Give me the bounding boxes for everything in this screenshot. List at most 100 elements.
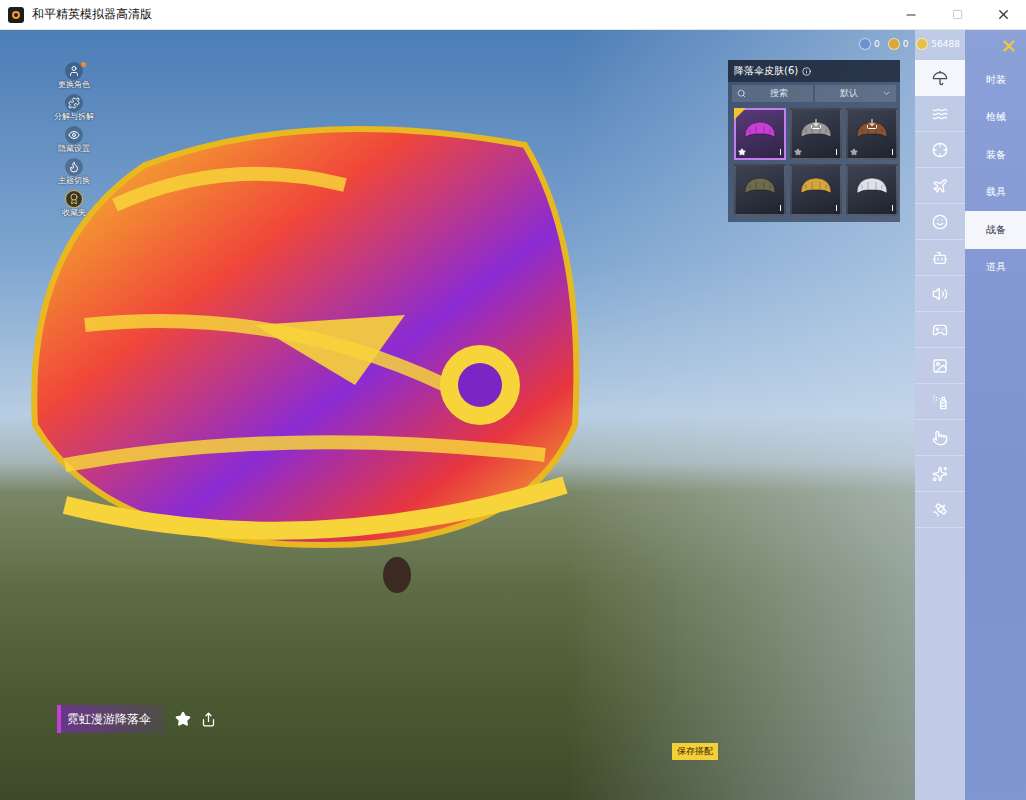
category-icon	[932, 70, 948, 86]
tile-mark	[836, 149, 837, 155]
skin-grid	[728, 105, 900, 222]
category-icon-bar	[915, 30, 965, 800]
star-icon	[175, 711, 191, 727]
close-button[interactable]	[980, 0, 1026, 30]
game-body: 更换角色分解与拆解隐藏设置主题切换收藏夹降落伞皮肤(6)搜索默认霓虹漫游降落伞保…	[0, 30, 1026, 800]
tab-bar: 时装枪械装备载具战备道具	[965, 30, 1026, 800]
parachute-thumb-icon	[742, 175, 778, 205]
category-item[interactable]	[915, 384, 965, 420]
skin-tile[interactable]	[790, 164, 842, 216]
skin-tile[interactable]	[846, 164, 898, 216]
download-overlay	[792, 118, 840, 130]
category-item[interactable]	[915, 60, 965, 96]
category-icon	[932, 502, 948, 518]
download-icon	[866, 118, 878, 130]
skin-tile[interactable]	[734, 164, 786, 216]
download-overlay	[848, 118, 896, 130]
app-window: 和平精英模拟器高清版更换角色分解与拆解隐藏设置主题切换收藏夹 降落伞皮肤(6) 搜索…	[0, 0, 1026, 800]
minimize-icon	[904, 8, 918, 22]
skin-panel-header: 降落伞皮肤(6)	[728, 60, 900, 82]
currency-icon	[859, 38, 871, 50]
category-item[interactable]	[915, 312, 965, 348]
currency-icon	[916, 38, 928, 50]
category-item[interactable]	[915, 276, 965, 312]
new-corner-badge	[734, 108, 746, 120]
parachute-render	[25, 125, 585, 595]
tile-mark	[836, 205, 837, 211]
hud-tool-label: 收藏夹	[62, 208, 86, 218]
tab[interactable]: 战备	[965, 211, 1026, 249]
tab[interactable]: 枪械	[965, 99, 1026, 137]
minimize-button[interactable]	[888, 0, 934, 30]
hud-tool-label: 分解与拆解	[54, 112, 94, 122]
hud-tool-label: 主题切换	[58, 176, 90, 186]
favorite-button[interactable]	[175, 711, 191, 727]
category-item[interactable]	[915, 420, 965, 456]
hud-tool[interactable]: 更换角色	[52, 62, 96, 90]
category-item[interactable]	[915, 240, 965, 276]
maximize-button	[934, 0, 980, 30]
tile-mark	[892, 149, 893, 155]
category-icon	[932, 358, 948, 374]
tile-mark	[892, 205, 893, 211]
info-icon[interactable]	[802, 67, 811, 76]
category-item[interactable]	[915, 456, 965, 492]
hud-tool-icon	[65, 126, 83, 144]
skin-tile[interactable]	[790, 108, 842, 160]
hud-tool-icon	[65, 94, 83, 112]
tile-mark	[780, 205, 781, 211]
category-item[interactable]	[915, 492, 965, 528]
parachute-thumb-icon	[798, 175, 834, 205]
star-icon	[738, 148, 746, 156]
currency-item: 0	[888, 38, 909, 50]
category-icon	[932, 286, 948, 302]
notification-badge	[81, 62, 86, 67]
skin-panel-title: 降落伞皮肤(6)	[734, 64, 798, 78]
category-icon	[932, 322, 948, 338]
tile-star	[794, 148, 802, 156]
tile-star	[850, 148, 858, 156]
title-bar: 和平精英模拟器高清版	[0, 0, 1026, 30]
chevron-down-icon	[882, 89, 891, 98]
category-icon	[932, 142, 948, 158]
category-icon	[932, 394, 948, 410]
tab[interactable]: 载具	[965, 174, 1026, 212]
skin-tile[interactable]	[846, 108, 898, 160]
star-icon	[794, 148, 802, 156]
tile-mark	[780, 149, 781, 155]
hud-tool[interactable]: 隐藏设置	[52, 126, 96, 154]
close-panel-button[interactable]	[965, 30, 1026, 61]
app-logo-icon	[8, 7, 24, 23]
search-field[interactable]: 搜索	[732, 85, 813, 102]
category-item[interactable]	[915, 348, 965, 384]
close-icon	[1000, 37, 1018, 55]
tab[interactable]: 装备	[965, 136, 1026, 174]
tab[interactable]: 时装	[965, 61, 1026, 99]
category-item[interactable]	[915, 96, 965, 132]
hud-tool[interactable]: 主题切换	[52, 158, 96, 186]
parachute-thumb-icon	[742, 119, 778, 149]
save-outfit-button[interactable]: 保存搭配	[672, 743, 718, 760]
parachute-thumb-icon	[854, 175, 890, 205]
currency-bar: 0056488	[859, 38, 960, 50]
search-icon	[737, 89, 746, 98]
currency-item: 0	[859, 38, 880, 50]
maximize-icon	[952, 9, 963, 20]
share-button[interactable]	[201, 712, 216, 727]
category-item[interactable]	[915, 204, 965, 240]
category-icon	[932, 106, 948, 122]
skin-tile[interactable]	[734, 108, 786, 160]
hud-tool-icon	[65, 190, 83, 208]
hud-tool-icon	[65, 158, 83, 176]
hud-tool[interactable]: 收藏夹	[52, 190, 96, 218]
sort-dropdown[interactable]: 默认	[815, 85, 896, 102]
share-icon	[201, 712, 216, 727]
category-item[interactable]	[915, 132, 965, 168]
hud-tool-label: 更换角色	[58, 80, 90, 90]
star-icon	[850, 148, 858, 156]
tab[interactable]: 道具	[965, 249, 1026, 287]
hud-tool[interactable]: 分解与拆解	[52, 94, 96, 122]
category-item[interactable]	[915, 168, 965, 204]
game-scene: 更换角色分解与拆解隐藏设置主题切换收藏夹降落伞皮肤(6)搜索默认霓虹漫游降落伞保…	[0, 30, 915, 800]
window-title: 和平精英模拟器高清版	[32, 6, 888, 23]
